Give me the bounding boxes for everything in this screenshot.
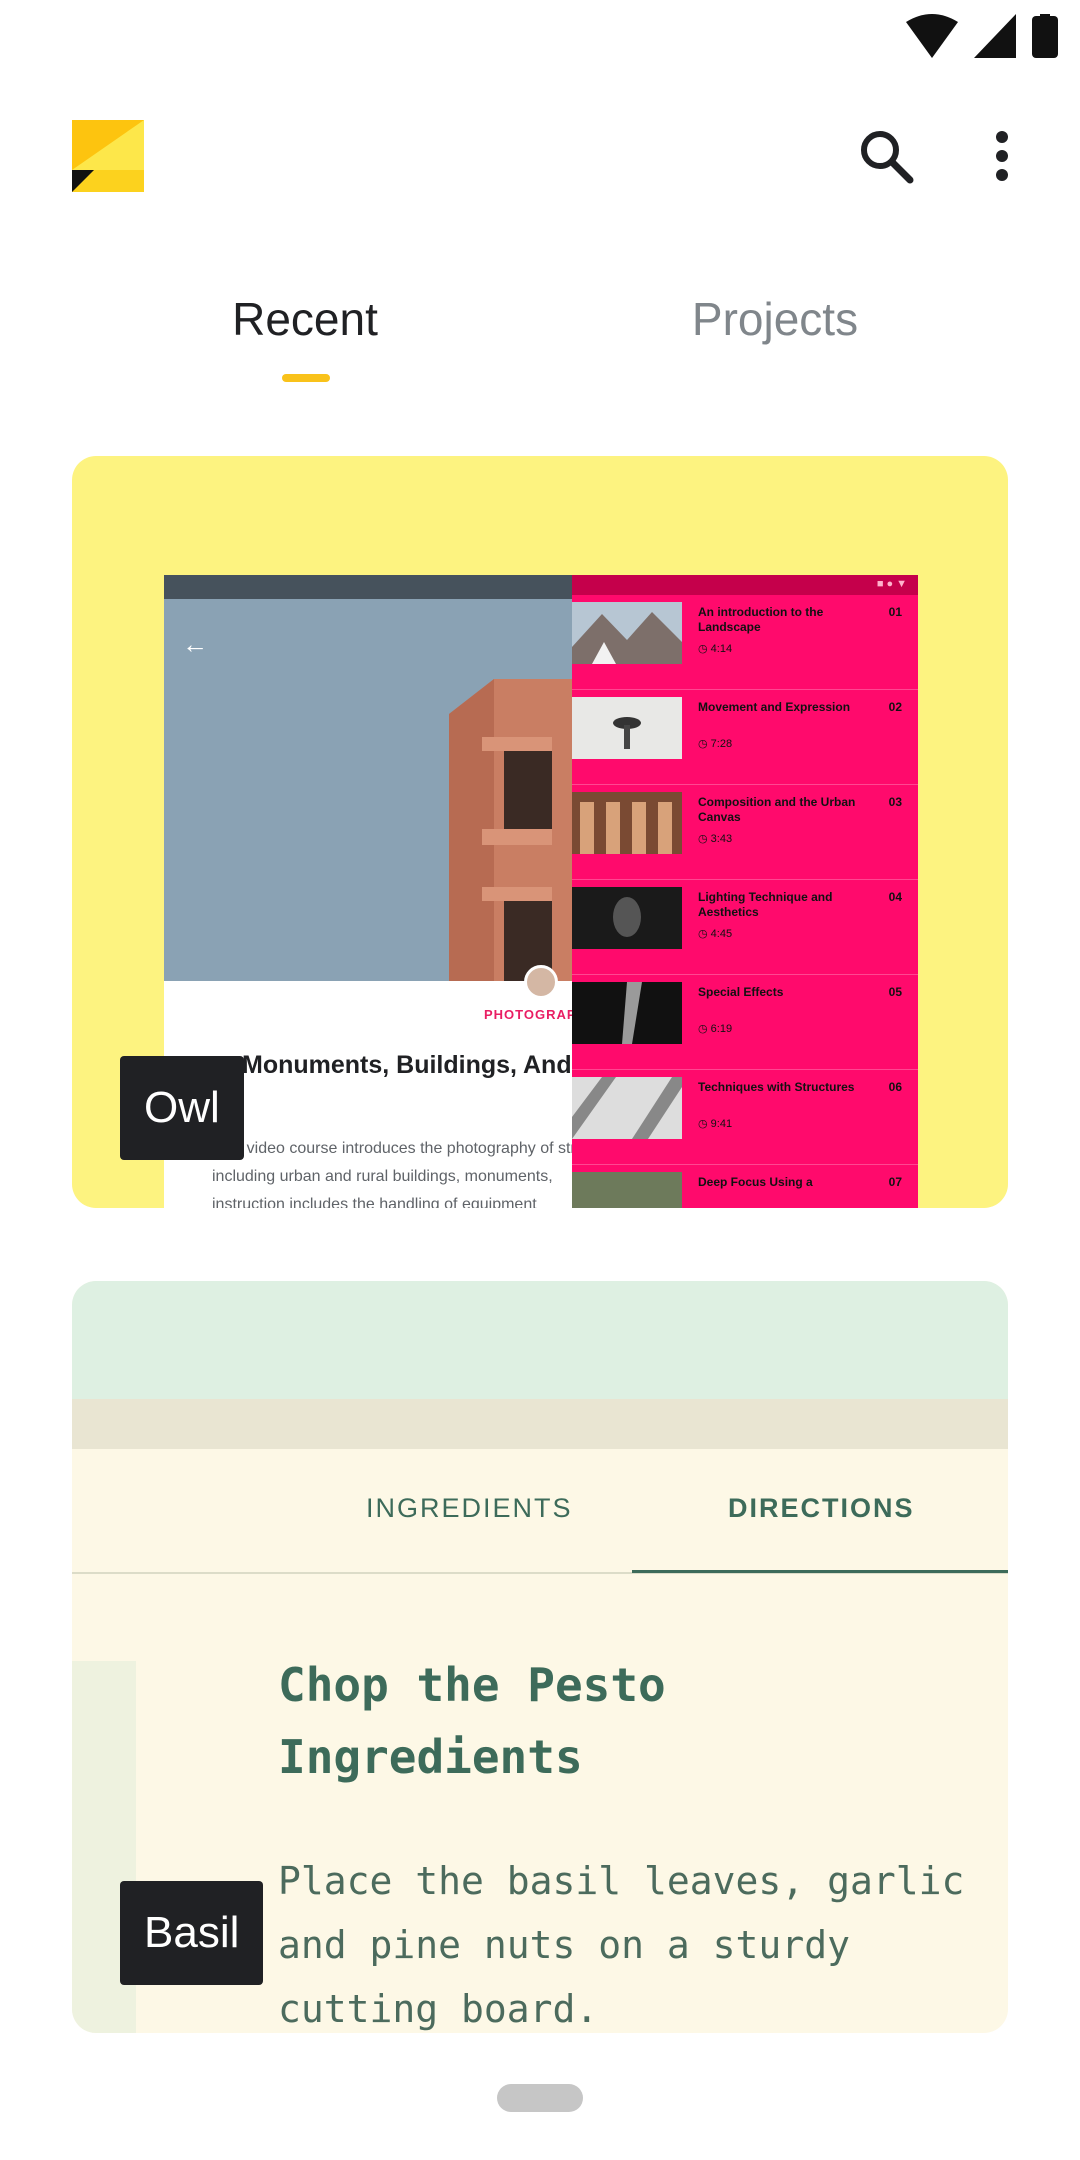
lesson-number: 07 <box>888 1175 902 1189</box>
basil-tab-bar: INGREDIENTS DIRECTIONS <box>72 1449 1008 1574</box>
lesson-number: 05 <box>888 985 902 999</box>
lesson-thumbnail <box>572 602 682 664</box>
tab-indicator <box>632 1570 1008 1573</box>
list-item[interactable]: Deep Focus Using a 07 <box>572 1165 918 1208</box>
basil-header-band <box>72 1281 1008 1399</box>
more-vert-icon <box>996 131 1008 181</box>
app-bar <box>0 100 1080 212</box>
owl-status-bar <box>164 575 572 599</box>
lesson-thumbnail <box>572 1077 682 1139</box>
list-item[interactable]: Special Effects ◷ 6:19 05 <box>572 975 918 1070</box>
recipe-step-body: Place the basil leaves, garlic and pine … <box>278 1859 965 2031</box>
status-bar <box>0 0 1080 72</box>
lesson-title: An introduction to the Landscape <box>698 605 824 634</box>
recipe-step-heading: Chop the Pesto Ingredients <box>278 1658 666 1784</box>
lesson-thumbnail <box>572 887 682 949</box>
tab-ingredients[interactable]: INGREDIENTS <box>366 1493 573 1524</box>
tab-recent[interactable]: Recent <box>160 284 450 354</box>
lesson-number: 04 <box>888 890 902 904</box>
building-image: ← <box>164 599 572 981</box>
list-item[interactable]: Composition and the Urban Canvas ◷ 3:43 … <box>572 785 918 880</box>
lesson-thumbnail <box>572 1172 682 1208</box>
list-item[interactable]: Techniques with Structures ◷ 9:41 06 <box>572 1070 918 1165</box>
lesson-thumbnail <box>572 982 682 1044</box>
course-title: Monuments, Buildings, And Other Structur… <box>242 1051 572 1079</box>
lesson-duration: ◷ 9:41 <box>698 1118 733 1130</box>
basil-divider-band <box>72 1399 1008 1449</box>
more-options-button[interactable] <box>976 122 1028 190</box>
card-label-basil: Basil <box>120 1881 264 1985</box>
status-icons <box>906 14 1058 58</box>
owl-preview: ← PHOTOGRAPHY Monuments, Buildings, And … <box>164 575 918 1208</box>
course-category: PHOTOGRAPHY <box>484 1007 572 1022</box>
building-illustration <box>164 599 572 981</box>
wifi-icon <box>906 14 958 58</box>
lesson-number: 06 <box>888 1080 902 1094</box>
tab-indicator <box>282 374 330 382</box>
tab-directions[interactable]: DIRECTIONS <box>728 1493 915 1524</box>
lesson-number: 02 <box>888 700 902 714</box>
lesson-duration: ◷ 6:19 <box>698 1023 733 1035</box>
tab-bar: Recent Projects <box>0 260 1080 390</box>
search-button[interactable] <box>852 122 920 190</box>
lesson-duration: ◷ 7:28 <box>698 738 733 750</box>
lesson-thumbnail <box>572 792 682 854</box>
project-card-owl[interactable]: ← PHOTOGRAPHY Monuments, Buildings, And … <box>72 456 1008 1208</box>
lesson-number: 01 <box>888 605 902 619</box>
card-label-owl: Owl <box>120 1056 244 1160</box>
owl-lesson-list: ■●▼ An introduction to the Landscape ◷ 4… <box>572 575 918 1208</box>
tab-projects[interactable]: Projects <box>620 284 930 354</box>
cell-signal-icon <box>974 14 1016 58</box>
gesture-handle[interactable] <box>497 2084 583 2112</box>
list-item[interactable]: Lighting Technique and Aesthetics ◷ 4:45… <box>572 880 918 975</box>
back-arrow-icon[interactable]: ← <box>182 629 208 660</box>
lesson-title: Movement and Expression <box>698 700 851 714</box>
lesson-title: Special Effects <box>698 985 784 999</box>
search-icon <box>861 131 914 184</box>
owl-list-status-bar: ■●▼ <box>572 575 918 595</box>
list-item[interactable]: Movement and Expression ◷ 7:28 02 <box>572 690 918 785</box>
course-description: This video course introduces the photogr… <box>212 1140 572 1208</box>
project-card-basil[interactable]: INGREDIENTS DIRECTIONS Chop the Pesto In… <box>72 1281 1008 2033</box>
battery-icon <box>1032 14 1058 58</box>
avatar <box>524 965 558 999</box>
lesson-title: Composition and the Urban Canvas <box>698 795 856 824</box>
list-item[interactable]: An introduction to the Landscape ◷ 4:14 … <box>572 595 918 690</box>
lesson-number: 03 <box>888 795 902 809</box>
lesson-duration: ◷ 4:45 <box>698 928 733 940</box>
lesson-thumbnail <box>572 697 682 759</box>
app-logo-icon <box>72 120 144 192</box>
lesson-title: Lighting Technique and Aesthetics <box>698 890 833 919</box>
lesson-duration: ◷ 3:43 <box>698 833 733 845</box>
lesson-title: Techniques with Structures <box>698 1080 855 1094</box>
lesson-duration: ◷ 4:14 <box>698 643 733 655</box>
lesson-title: Deep Focus Using a <box>698 1175 813 1189</box>
